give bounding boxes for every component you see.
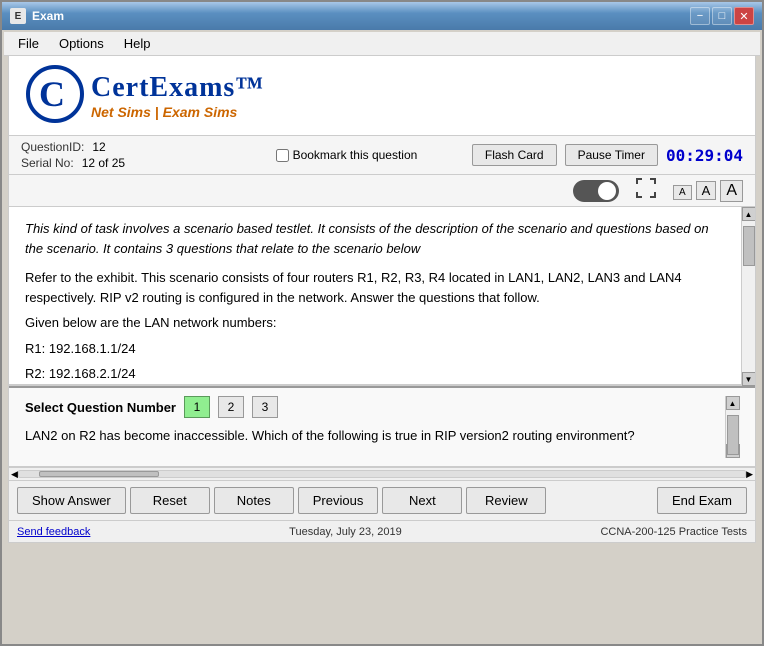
window-body: File Options Help C CertExams™ Net Sims …: [4, 32, 760, 543]
serial-no-row: Serial No: 12 of 25: [21, 156, 221, 170]
h-scroll-thumb: [39, 471, 159, 477]
font-medium-button[interactable]: A: [696, 181, 717, 200]
status-bar: Send feedback Tuesday, July 23, 2019 CCN…: [8, 521, 756, 543]
bookmark-area: Bookmark this question: [221, 148, 472, 162]
question-text-area: This kind of task involves a scenario ba…: [9, 207, 741, 386]
scroll-up-button[interactable]: ▲: [742, 207, 756, 221]
h-scroll-track: [18, 470, 746, 478]
body-text-1: Refer to the exhibit. This scenario cons…: [25, 268, 725, 307]
menu-options[interactable]: Options: [49, 34, 114, 53]
logo-main: CertExams™: [91, 72, 264, 104]
content-vertical-scrollbar[interactable]: ▲ ▼: [741, 207, 755, 386]
question-info-bar: QuestionID: 12 Serial No: 12 of 25 Bookm…: [8, 136, 756, 175]
toolbar-row2: A A A: [8, 175, 756, 207]
status-product: CCNA-200-125 Practice Tests: [600, 526, 747, 538]
select-question-label: Select Question Number: [25, 400, 176, 415]
question-id-value: 12: [92, 140, 105, 154]
show-answer-button[interactable]: Show Answer: [17, 487, 126, 514]
bookmark-checkbox[interactable]: [276, 149, 289, 162]
flash-card-button[interactable]: Flash Card: [472, 144, 557, 166]
bottom-buttons: Show Answer Reset Notes Previous Next Re…: [8, 481, 756, 521]
scroll-thumb: [743, 226, 755, 266]
font-small-button[interactable]: A: [673, 185, 692, 200]
menu-file[interactable]: File: [8, 34, 49, 53]
question-id-row: QuestionID: 12: [21, 140, 221, 154]
toggle-switch[interactable]: [573, 180, 619, 202]
select-question-header: Select Question Number 1 2 3: [25, 396, 725, 418]
minimize-button[interactable]: −: [690, 7, 710, 25]
main-content: This kind of task involves a scenario ba…: [8, 207, 756, 467]
serial-no-value: 12 of 25: [82, 156, 125, 170]
scenario-vertical-scrollbar[interactable]: ▲ ▼: [725, 396, 739, 458]
logo-sub: Net Sims | Exam Sims: [91, 104, 264, 120]
question-number-3-button[interactable]: 3: [252, 396, 278, 418]
horizontal-scrollbar[interactable]: ◀ ▶: [8, 467, 756, 481]
logo-icon: C: [25, 64, 85, 124]
end-exam-button[interactable]: End Exam: [657, 487, 747, 514]
send-feedback-link[interactable]: Send feedback: [17, 526, 90, 538]
main-window: E Exam − □ ✕ File Options Help C: [0, 0, 764, 646]
scroll-down-button[interactable]: ▼: [742, 372, 756, 386]
scenario-question-text: LAN2 on R2 has become inaccessible. Whic…: [25, 426, 725, 446]
logo-text: CertExams™ Net Sims | Exam Sims: [91, 72, 264, 120]
body-text-2: Given below are the LAN network numbers:: [25, 313, 725, 333]
menu-help[interactable]: Help: [114, 34, 161, 53]
serial-no-label: Serial No:: [21, 156, 74, 170]
bookmark-label: Bookmark this question: [293, 148, 418, 162]
scenario-section: Select Question Number 1 2 3 LAN2 on R2 …: [9, 386, 755, 466]
scroll-track: [742, 221, 756, 372]
maximize-button[interactable]: □: [712, 7, 732, 25]
font-large-button[interactable]: A: [720, 180, 743, 202]
svg-text:C: C: [39, 74, 65, 114]
close-button[interactable]: ✕: [734, 7, 754, 25]
reset-button[interactable]: Reset: [130, 487, 210, 514]
network-1: R1: 192.168.1.1/24: [25, 339, 725, 359]
pause-timer-button[interactable]: Pause Timer: [565, 144, 658, 166]
title-bar: E Exam − □ ✕: [2, 2, 762, 30]
menu-bar: File Options Help: [4, 32, 760, 56]
scenario-scroll-track: [726, 410, 740, 444]
timer-display: 00:29:04: [666, 146, 743, 165]
h-scroll-right[interactable]: ▶: [746, 469, 753, 480]
scenario-scroll-up[interactable]: ▲: [726, 396, 740, 410]
fullscreen-icon[interactable]: [635, 177, 657, 204]
app-icon: E: [10, 8, 26, 24]
next-button[interactable]: Next: [382, 487, 462, 514]
question-number-1-button[interactable]: 1: [184, 396, 210, 418]
toggle-knob: [598, 182, 616, 200]
window-title: Exam: [32, 9, 690, 23]
network-2: R2: 192.168.2.1/24: [25, 364, 725, 384]
question-number-2-button[interactable]: 2: [218, 396, 244, 418]
notes-button[interactable]: Notes: [214, 487, 294, 514]
h-scroll-left[interactable]: ◀: [11, 469, 18, 480]
toolbar-right: Flash Card Pause Timer 00:29:04: [472, 144, 743, 166]
intro-text: This kind of task involves a scenario ba…: [25, 219, 725, 258]
previous-button[interactable]: Previous: [298, 487, 379, 514]
question-id-label: QuestionID:: [21, 140, 84, 154]
title-bar-buttons: − □ ✕: [690, 7, 754, 25]
logo-area: C CertExams™ Net Sims | Exam Sims: [8, 56, 756, 136]
font-size-controls: A A A: [673, 180, 743, 202]
question-meta: QuestionID: 12 Serial No: 12 of 25: [21, 140, 221, 170]
status-date: Tuesday, July 23, 2019: [90, 526, 600, 538]
review-button[interactable]: Review: [466, 487, 546, 514]
scenario-scroll-thumb: [727, 415, 739, 455]
